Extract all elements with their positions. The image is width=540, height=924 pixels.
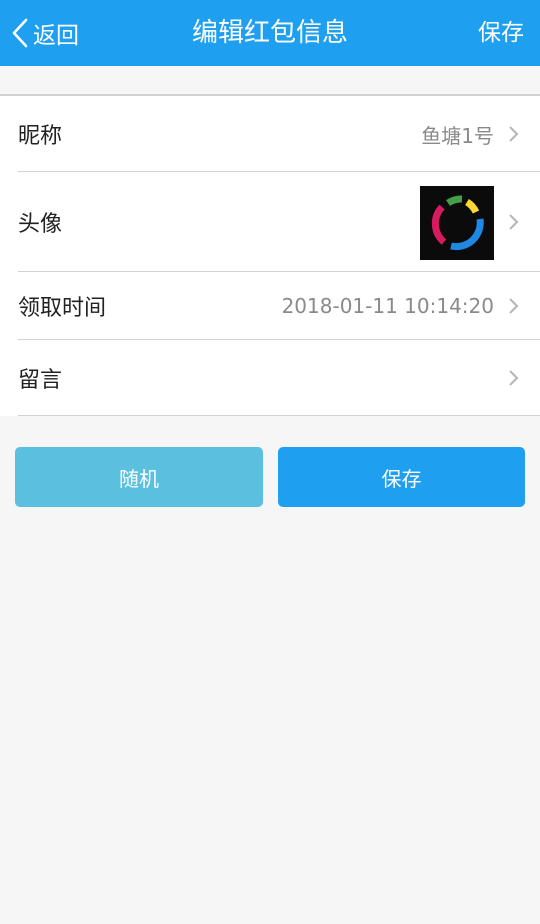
claim-time-row[interactable]: 领取时间 2018-01-11 10:14:20	[0, 272, 540, 340]
nickname-row[interactable]: 昵称 鱼塘1号	[0, 96, 540, 172]
settings-list: 昵称 鱼塘1号 头像 领取时间 2018-01-11 10:14:20 留言	[0, 94, 540, 416]
header-bar: 返回 编辑红包信息 保存	[0, 0, 540, 66]
chevron-right-icon	[509, 298, 519, 314]
claim-time-label: 领取时间	[18, 296, 107, 321]
nickname-value: 鱼塘1号	[421, 123, 494, 148]
avatar-logo-icon	[431, 195, 484, 251]
chevron-right-icon	[509, 126, 519, 142]
chevron-right-icon	[509, 370, 519, 386]
avatar	[420, 186, 494, 260]
message-row[interactable]: 留言	[0, 340, 540, 416]
chevron-right-icon	[509, 214, 519, 230]
page-title: 编辑红包信息	[191, 18, 348, 48]
random-button[interactable]: 随机	[15, 447, 263, 507]
save-button[interactable]: 保存	[278, 447, 525, 507]
avatar-label: 头像	[18, 212, 63, 237]
header-save-button[interactable]: 保存	[478, 0, 524, 66]
avatar-row[interactable]: 头像	[0, 172, 540, 272]
claim-time-value: 2018-01-11 10:14:20	[281, 294, 494, 318]
message-label: 留言	[18, 368, 63, 393]
nickname-label: 昵称	[18, 124, 63, 149]
